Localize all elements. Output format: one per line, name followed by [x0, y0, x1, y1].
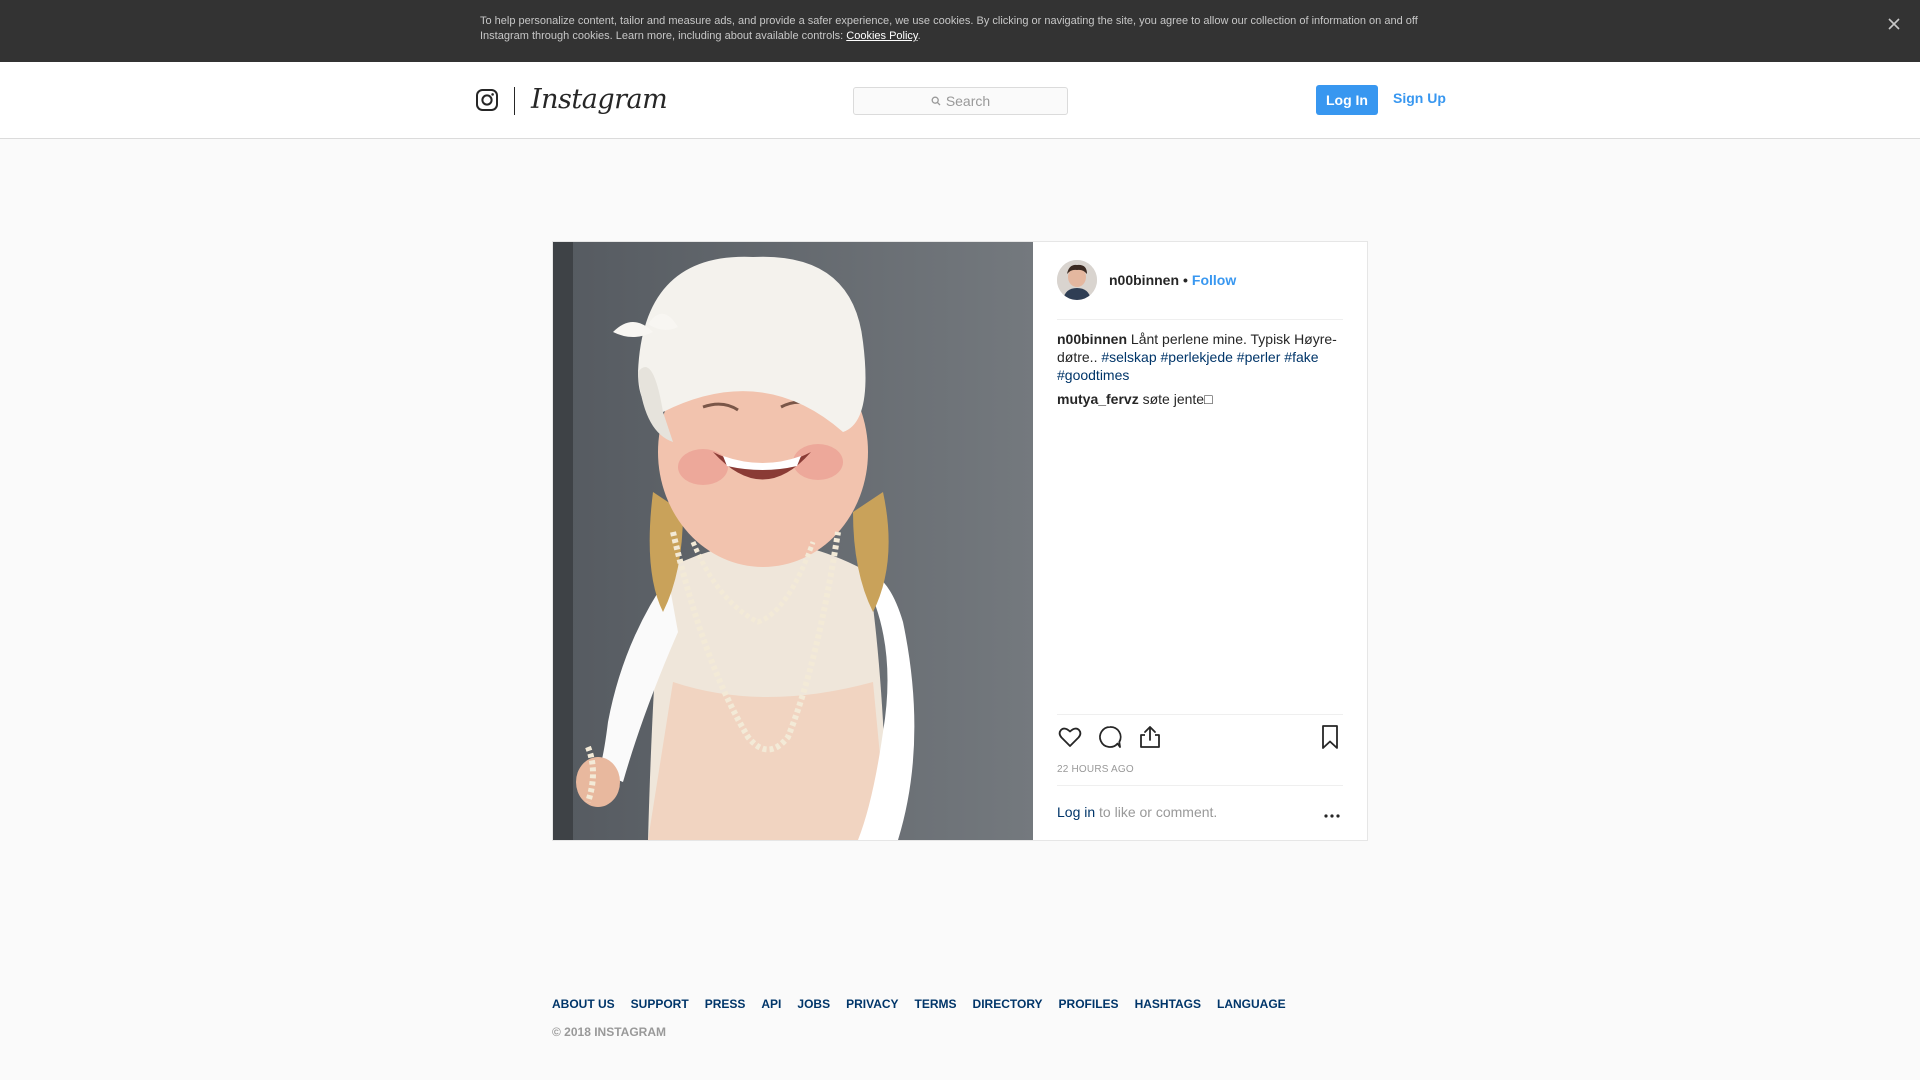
- divider: [1057, 785, 1343, 786]
- avatar-illustration: [1057, 260, 1097, 300]
- comments-list: n00binnen Lånt perlene mine. Typisk Høyr…: [1057, 330, 1343, 414]
- comment-item: mutya_fervz søte jente□: [1057, 390, 1343, 408]
- login-prompt: Log in to like or comment.: [1057, 804, 1217, 820]
- login-button[interactable]: Log In: [1316, 85, 1378, 115]
- footer-link-about-us[interactable]: ABOUT US: [552, 997, 615, 1011]
- search-placeholder: Search: [945, 93, 991, 109]
- author-username[interactable]: n00binnen: [1109, 272, 1179, 288]
- post-photo-illustration: [553, 242, 1033, 840]
- footer-link-directory[interactable]: DIRECTORY: [973, 997, 1043, 1011]
- hashtag-link[interactable]: #perlekjede: [1161, 349, 1233, 365]
- footer-link-language[interactable]: LANGUAGE: [1217, 997, 1286, 1011]
- instagram-wordmark[interactable]: Instagram: [531, 84, 671, 120]
- follow-button[interactable]: Follow: [1192, 272, 1236, 288]
- instagram-glyph-icon[interactable]: [475, 88, 499, 112]
- footer-link-jobs[interactable]: JOBS: [797, 997, 830, 1011]
- post-photo[interactable]: [553, 242, 1033, 840]
- footer-link-privacy[interactable]: PRIVACY: [846, 997, 898, 1011]
- footer-link-support[interactable]: SUPPORT: [631, 997, 689, 1011]
- footer-nav: ABOUT US SUPPORT PRESS API JOBS PRIVACY …: [552, 997, 1286, 1011]
- logo-divider: [514, 87, 515, 115]
- post-actions: [1057, 724, 1343, 754]
- signup-link[interactable]: Sign Up: [1393, 90, 1446, 106]
- comment-icon[interactable]: [1097, 724, 1123, 750]
- post-sidebar: n00binnen • Follow n00binnen Lånt perlen…: [1033, 242, 1367, 840]
- caption: n00binnen Lånt perlene mine. Typisk Høyr…: [1057, 330, 1343, 384]
- login-prompt-text: to like or comment.: [1095, 804, 1218, 820]
- post-timestamp[interactable]: 22 HOURS AGO: [1057, 764, 1134, 775]
- footer-link-api[interactable]: API: [761, 997, 781, 1011]
- footer-link-press[interactable]: PRESS: [705, 997, 746, 1011]
- divider: [1057, 714, 1343, 715]
- more-options-icon[interactable]: [1322, 809, 1342, 823]
- cookie-banner: To help personalize content, tailor and …: [0, 0, 1920, 62]
- share-icon[interactable]: [1137, 724, 1163, 750]
- search-icon: [931, 96, 941, 106]
- post-card: n00binnen • Follow n00binnen Lånt perlen…: [552, 241, 1368, 841]
- caption-username[interactable]: n00binnen: [1057, 331, 1127, 347]
- hashtag-link[interactable]: #perler: [1237, 349, 1281, 365]
- comment-username[interactable]: mutya_fervz: [1057, 391, 1139, 407]
- footer-link-hashtags[interactable]: HASHTAGS: [1135, 997, 1201, 1011]
- heart-icon[interactable]: [1057, 724, 1083, 750]
- post-header: n00binnen • Follow: [1057, 259, 1343, 301]
- hashtag-link[interactable]: #selskap: [1101, 349, 1156, 365]
- divider: [1057, 319, 1343, 320]
- cookies-policy-link[interactable]: Cookies Policy: [846, 30, 917, 42]
- cookie-message: To help personalize content, tailor and …: [480, 15, 1418, 42]
- comment-text: søte jente□: [1142, 391, 1213, 407]
- cookie-text: To help personalize content, tailor and …: [480, 14, 1440, 44]
- copyright: © 2018 INSTAGRAM: [552, 1025, 666, 1039]
- footer-link-terms[interactable]: TERMS: [915, 997, 957, 1011]
- close-icon[interactable]: [1884, 14, 1904, 34]
- separator-dot: •: [1183, 272, 1188, 288]
- footer-link-profiles[interactable]: PROFILES: [1059, 997, 1119, 1011]
- login-link[interactable]: Log in: [1057, 804, 1095, 820]
- bookmark-icon[interactable]: [1317, 724, 1343, 750]
- top-nav: Instagram Search Log In Sign Up: [0, 62, 1920, 139]
- hashtag-link[interactable]: #goodtimes: [1057, 367, 1129, 383]
- avatar[interactable]: [1057, 260, 1097, 300]
- hashtag-link[interactable]: #fake: [1284, 349, 1318, 365]
- cookie-suffix: .: [917, 30, 921, 42]
- search-input[interactable]: Search: [853, 87, 1068, 115]
